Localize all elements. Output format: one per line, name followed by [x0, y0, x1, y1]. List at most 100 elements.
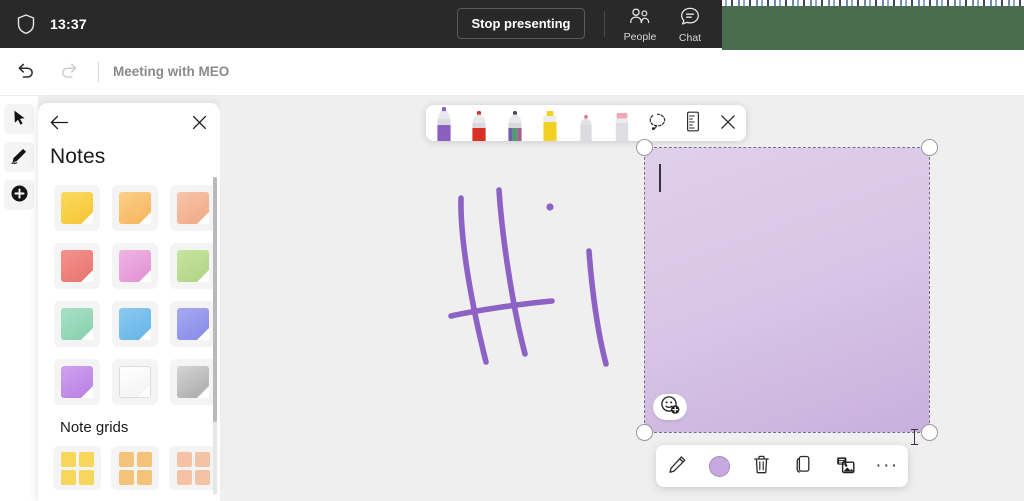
note-swatch-bg: [112, 243, 158, 289]
resize-handle-bottom-left[interactable]: [636, 424, 653, 441]
note-swatch-bg: [112, 359, 158, 405]
note-swatch-mint[interactable]: [48, 295, 106, 353]
note-swatch-salmon[interactable]: [48, 237, 106, 295]
color-circle-icon: [709, 456, 730, 477]
pink-highlighter-button[interactable]: [604, 105, 640, 141]
note-swatch-green[interactable]: [164, 237, 220, 295]
note-swatch-bg: [170, 243, 216, 289]
note-chip-icon: [119, 250, 151, 282]
insert-image-button[interactable]: [828, 449, 862, 483]
whiteboard-canvas[interactable]: ···: [220, 96, 1024, 501]
duplicate-note-button[interactable]: [786, 449, 820, 483]
note-chip-icon: [61, 366, 93, 398]
note-swatch-yellow[interactable]: [48, 179, 106, 237]
note-swatch-bg: [112, 185, 158, 231]
note-grid-cell: [79, 470, 94, 485]
note-swatch-bg: [54, 359, 100, 405]
note-chip-icon: [177, 366, 209, 398]
people-label: People: [624, 31, 657, 43]
stop-presenting-button[interactable]: Stop presenting: [457, 8, 585, 39]
notes-panel-scrollbar-thumb[interactable]: [213, 177, 217, 422]
whiteboard-app: 13:37 Stop presenting People C: [0, 0, 1024, 501]
pen-ink-icon: [10, 147, 28, 168]
add-reaction-button[interactable]: [653, 394, 687, 420]
more-ellipsis-icon: ···: [875, 462, 898, 470]
note-grid-swatch-orange-grid[interactable]: [106, 440, 164, 496]
close-pen-toolbar-button[interactable]: [711, 105, 747, 141]
lasso-select-button[interactable]: [639, 105, 675, 141]
edit-note-button[interactable]: [660, 449, 694, 483]
select-tool-button[interactable]: [4, 104, 34, 134]
board-title: Meeting with MEO: [113, 64, 229, 79]
note-chip-icon: [61, 192, 93, 224]
notes-panel-title: Notes: [50, 145, 220, 169]
note-swatch-blue[interactable]: [106, 295, 164, 353]
add-reaction-icon: [660, 395, 680, 420]
people-button[interactable]: People: [612, 5, 668, 45]
note-swatch-periwinkle[interactable]: [164, 295, 220, 353]
people-icon: [629, 8, 651, 29]
lasso-select-icon: [648, 112, 667, 134]
image-media-icon: [836, 456, 855, 477]
notes-panel-close-button[interactable]: [186, 111, 212, 137]
note-chip-icon: [177, 308, 209, 340]
purple-pen-button[interactable]: [426, 105, 462, 141]
note-grid-bg: [111, 446, 159, 490]
red-pen-button[interactable]: [462, 105, 498, 141]
note-grid-cell: [61, 470, 76, 485]
resize-handle-top-right[interactable]: [921, 139, 938, 156]
chat-button[interactable]: Chat: [662, 5, 718, 45]
ink-tool-button[interactable]: [4, 142, 34, 172]
note-grid-bg: [169, 446, 217, 490]
sticky-note[interactable]: [645, 148, 929, 432]
note-chip-icon: [177, 192, 209, 224]
note-grid-swatch-peach-grid[interactable]: [164, 440, 220, 496]
notes-panel-scroll-area: Note grids: [38, 173, 220, 501]
note-grid-cell: [137, 470, 152, 485]
ruler-button[interactable]: [675, 105, 711, 141]
undo-button[interactable]: [8, 55, 42, 89]
note-swatch-bg: [170, 301, 216, 347]
sticky-note-selection: [645, 148, 929, 432]
note-chip-icon: [61, 308, 93, 340]
pen-toolbar: [426, 105, 746, 141]
resize-handle-bottom-right[interactable]: [921, 424, 938, 441]
resize-handle-top-left[interactable]: [636, 139, 653, 156]
note-swatch-pink[interactable]: [106, 237, 164, 295]
note-chip-icon: [61, 250, 93, 282]
green-overlay-block: [722, 5, 1024, 50]
note-chip-icon: [119, 192, 151, 224]
note-swatch-bg: [54, 185, 100, 231]
note-swatch-gray[interactable]: [164, 353, 220, 411]
notes-panel-header: [38, 103, 220, 143]
tool-rail: [0, 96, 38, 501]
add-tool-button[interactable]: [4, 180, 34, 210]
note-color-button[interactable]: [702, 449, 736, 483]
meeting-clock: 13:37: [50, 16, 87, 32]
toolbar-divider: [604, 11, 605, 37]
note-swatch-peach[interactable]: [164, 179, 220, 237]
note-grid-swatch-yellow-grid[interactable]: [48, 440, 106, 496]
notes-panel-back-button[interactable]: [46, 111, 72, 137]
rainbow-pen-button[interactable]: [497, 105, 533, 141]
note-grid-cell: [177, 470, 192, 485]
yellow-highlighter-button[interactable]: [533, 105, 569, 141]
note-swatch-white[interactable]: [106, 353, 164, 411]
note-chip-icon: [119, 308, 151, 340]
note-swatch-bg: [170, 185, 216, 231]
notes-panel: Notes Note grids: [38, 103, 220, 501]
meeting-toolbar: 13:37 Stop presenting People C: [0, 0, 1024, 48]
note-grid-row: [48, 440, 220, 496]
note-swatch-purple[interactable]: [48, 353, 106, 411]
note-swatch-bg: [54, 243, 100, 289]
delete-note-button[interactable]: [744, 449, 778, 483]
redo-button[interactable]: [52, 55, 86, 89]
more-options-button[interactable]: ···: [870, 449, 904, 483]
pencil-edit-icon: [668, 455, 687, 477]
back-arrow-icon: [50, 115, 69, 133]
note-grid-cell: [119, 470, 134, 485]
note-swatch-orange[interactable]: [106, 179, 164, 237]
note-color-grid: [48, 179, 220, 411]
chat-icon: [680, 7, 700, 30]
eraser-button[interactable]: [568, 105, 604, 141]
